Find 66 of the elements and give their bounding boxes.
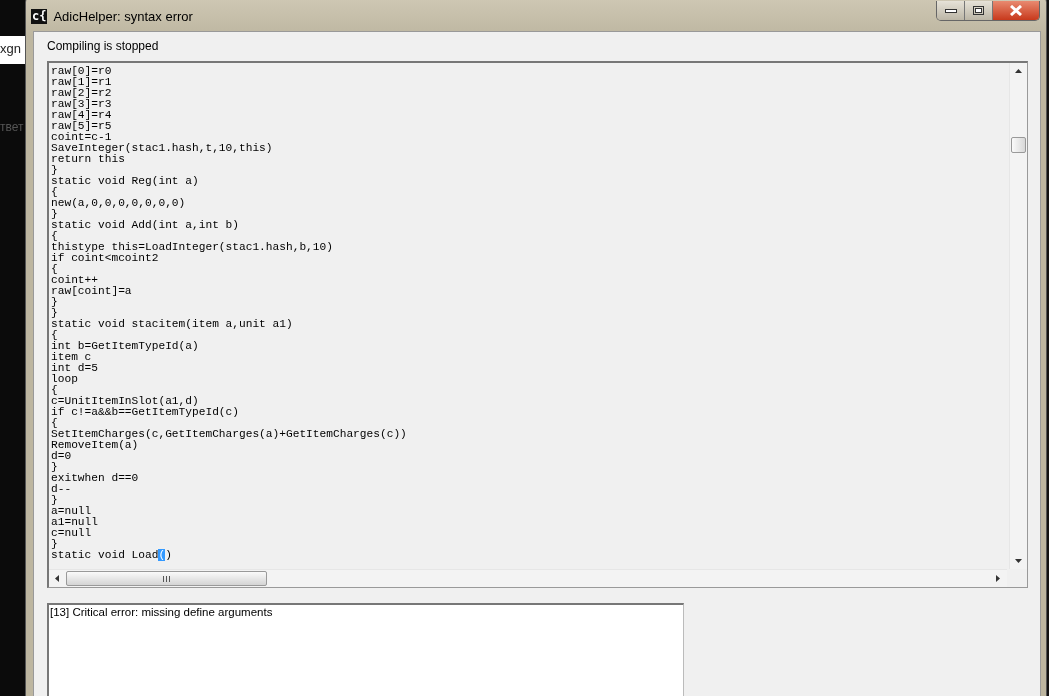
code-line: coint++ (51, 275, 99, 286)
code-line: SaveInteger(stac1.hash,t,10,this) (51, 143, 274, 154)
code-line: } (51, 495, 58, 506)
background-text: твет (0, 120, 24, 134)
maximize-icon (973, 6, 984, 15)
code-line: } (51, 209, 58, 220)
left-arrow-icon (55, 575, 59, 582)
code-line: int b=GetItemTypeId(a) (51, 341, 200, 352)
code-line: static void Reg(int a) (51, 176, 200, 187)
error-message: [13] Critical error: missing define arguments (49, 605, 274, 619)
code-line: SetItemCharges(c,GetItemCharges(a)+GetItemCharges(c)) (51, 429, 407, 440)
code-line: a1=null (51, 517, 99, 528)
code-line: a=null (51, 506, 93, 517)
code-line: { (51, 231, 59, 242)
code-line: } (51, 462, 58, 473)
code-line: d=0 (51, 451, 72, 462)
code-line: coint=c-1 (51, 132, 113, 143)
code-line: raw[2]=r2 (51, 88, 113, 99)
code-line: exitwhen d==0 (51, 473, 140, 484)
code-line: { (51, 418, 58, 429)
code-line: thistype this=LoadInteger(stac1.hash,b,10) (51, 242, 334, 253)
scroll-thumb[interactable] (66, 571, 267, 586)
code-line: static void Add(int a,int b) (51, 220, 240, 231)
code-line: loop (51, 374, 79, 385)
code-line: int d=5 (51, 363, 99, 374)
minimize-button[interactable] (937, 1, 965, 20)
code-line: } (51, 539, 58, 550)
code-line: } (51, 308, 58, 319)
scroll-thumb[interactable] (1011, 137, 1026, 153)
code-line: raw[1]=r1 (51, 77, 113, 88)
code-line: { (51, 385, 58, 396)
code-line: new(a,0,0,0,0,0,0,0) (51, 198, 187, 209)
vertical-scrollbar[interactable] (1009, 63, 1027, 569)
code-line: { (51, 187, 58, 198)
code-line: d-- (51, 484, 73, 495)
code-line: return this (51, 154, 125, 165)
horizontal-scrollbar[interactable] (49, 569, 1007, 587)
code-line: { (51, 264, 58, 275)
code-line: raw[5]=r5 (51, 121, 113, 132)
maximize-button[interactable] (965, 1, 993, 20)
app-icon: c{ (31, 8, 48, 24)
status-text: Compiling is stopped (47, 39, 159, 53)
code-line: c=UnitItemInSlot(a1,d) (51, 396, 199, 407)
up-arrow-icon (1015, 69, 1022, 73)
close-icon (1009, 5, 1023, 16)
code-line: { (51, 330, 58, 341)
code-line: raw[coint]=a (51, 286, 133, 297)
code-line: item c (51, 352, 93, 363)
code-line: raw[3]=r3 (51, 99, 113, 110)
minimize-icon (944, 8, 957, 13)
right-arrow-icon (996, 575, 1000, 582)
close-button[interactable] (993, 1, 1039, 20)
window-title: AdicHelper: syntax error (53, 8, 193, 24)
code-line: static void stacitem(item a,unit a1) (51, 319, 294, 330)
code-line: } (51, 165, 58, 176)
code-line: RemoveItem(a) (51, 440, 139, 451)
code-line: if coint<mcoint2 (51, 253, 159, 264)
code-line: raw[0]=r0 (51, 66, 113, 77)
code-line: c=null (51, 528, 93, 539)
code-line: raw[4]=r4 (51, 110, 113, 121)
code-line: } (51, 297, 58, 308)
down-arrow-icon (1015, 559, 1022, 563)
code-editor[interactable] (47, 61, 1028, 588)
grip-icon (163, 575, 170, 582)
code-line: if c!=a&&b==GetItemTypeId(c) (51, 407, 240, 418)
code-line: static void Load() (51, 550, 173, 561)
